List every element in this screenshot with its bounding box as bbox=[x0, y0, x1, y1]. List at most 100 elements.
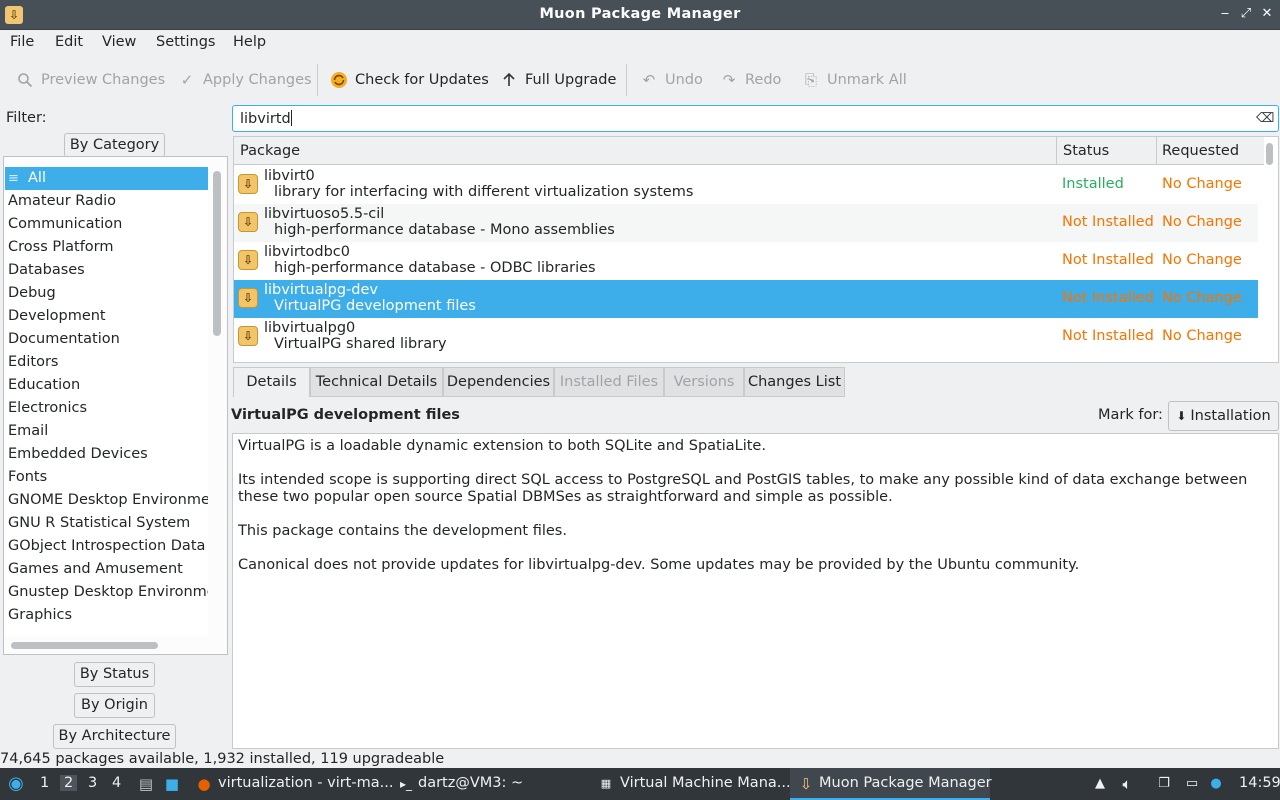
description-paragraph: Canonical does not provide updates for l… bbox=[238, 557, 1080, 573]
description-paragraph: VirtualPG is a loadable dynamic extensio… bbox=[238, 438, 766, 454]
package-status: Not Installed bbox=[1062, 328, 1154, 344]
category-item[interactable]: Databases bbox=[5, 259, 208, 282]
table-row[interactable]: ⇩ libvirt0 library for interfacing with di… bbox=[234, 166, 1258, 204]
category-item[interactable]: Embedded Devices bbox=[5, 443, 208, 466]
full-upgrade-button[interactable]: Full Upgrade bbox=[500, 68, 616, 92]
by-category-tab[interactable]: By Category bbox=[64, 133, 165, 157]
category-list: ≡ All Amateur Radio Communication Cross Plat… bbox=[5, 167, 208, 635]
table-row[interactable]: ⇩ libvirtualpg0 VirtualPG shared library No… bbox=[234, 318, 1258, 356]
category-item[interactable]: Communication bbox=[5, 213, 208, 236]
table-row[interactable]: ⇩ bbox=[234, 356, 1258, 362]
notifications-icon[interactable]: ▲ bbox=[1088, 772, 1112, 796]
package-icon: ⇩ bbox=[238, 288, 258, 308]
start-menu-icon[interactable]: ◉ bbox=[4, 772, 28, 796]
category-item[interactable]: GNU R Statistical System bbox=[5, 512, 208, 535]
preview-changes-button[interactable]: Preview Changes bbox=[16, 68, 165, 92]
package-description-short: VirtualPG development files bbox=[274, 298, 476, 314]
category-item[interactable]: Cross Platform bbox=[5, 236, 208, 259]
table-row[interactable]: ⇩ libvirtuoso5.5-cil high-performance data… bbox=[234, 204, 1258, 242]
column-package[interactable]: Package bbox=[240, 143, 300, 159]
desktop-3[interactable]: 3 bbox=[88, 775, 97, 791]
menu-edit[interactable]: Edit bbox=[55, 34, 83, 50]
close-icon[interactable]: ✕ bbox=[1258, 5, 1276, 23]
category-item[interactable]: Games and Amusement bbox=[5, 558, 208, 581]
search-input[interactable]: libvirtd ⌫ bbox=[232, 105, 1279, 132]
checkmark-icon: ✓ bbox=[180, 71, 194, 89]
minimize-icon[interactable]: ‒ bbox=[1216, 5, 1234, 23]
package-requested: No Change bbox=[1162, 252, 1242, 268]
file-manager-icon[interactable]: ▤ bbox=[134, 772, 158, 796]
table-header: Package Status Requested bbox=[234, 137, 1264, 165]
task-muon[interactable]: Muon Package Manager bbox=[819, 775, 992, 791]
menu-settings[interactable]: Settings bbox=[156, 34, 215, 50]
table-row[interactable]: ⇩ libvirtodbc0 high-performance database -… bbox=[234, 242, 1258, 280]
network-icon[interactable]: ▭ bbox=[1180, 772, 1204, 796]
tab-details[interactable]: Details bbox=[233, 367, 310, 397]
package-scrollbar[interactable] bbox=[1266, 143, 1273, 165]
by-architecture-button[interactable]: By Architecture bbox=[53, 724, 176, 749]
category-item[interactable]: Education bbox=[5, 374, 208, 397]
show-desktop-icon[interactable]: ■ bbox=[160, 772, 184, 796]
package-description-short: high-performance database - ODBC librari… bbox=[274, 260, 596, 276]
desktop-4[interactable]: 4 bbox=[112, 775, 121, 791]
desktop-1[interactable]: 1 bbox=[40, 775, 49, 791]
category-item[interactable]: Debug bbox=[5, 282, 208, 305]
package-name: libvirt0 bbox=[264, 168, 315, 184]
category-item[interactable]: Fonts bbox=[5, 466, 208, 489]
task-virt-manager[interactable]: Virtual Machine Mana... bbox=[620, 775, 791, 791]
unmark-all-label: Unmark All bbox=[827, 72, 907, 88]
category-item[interactable]: ≡ All bbox=[5, 167, 208, 190]
category-item[interactable]: Graphics bbox=[5, 604, 208, 627]
category-item[interactable]: Gnustep Desktop Environment bbox=[5, 581, 208, 604]
package-name: libvirtuoso5.5-cil bbox=[264, 206, 385, 222]
category-item[interactable]: GObject Introspection Data bbox=[5, 535, 208, 558]
volume-icon[interactable]: 🔈︎ bbox=[1115, 772, 1139, 796]
mark-installation-button[interactable]: ⬇ Installation bbox=[1168, 401, 1279, 431]
tab-dependencies[interactable]: Dependencies bbox=[443, 367, 554, 397]
menu-view[interactable]: View bbox=[102, 34, 136, 50]
package-requested: No Change bbox=[1162, 290, 1242, 306]
undo-button[interactable]: ↶ Undo bbox=[640, 68, 703, 92]
category-scrollbar[interactable] bbox=[213, 171, 221, 336]
desktop-2[interactable]: 2 bbox=[60, 775, 78, 791]
package-description-short: library for interfacing with different v… bbox=[274, 184, 694, 200]
tab-installed-files[interactable]: Installed Files bbox=[554, 367, 664, 397]
category-item[interactable]: Development bbox=[5, 305, 208, 328]
unmark-all-button[interactable]: ⎘ Unmark All bbox=[802, 68, 907, 92]
table-row[interactable]: ⇩ libvirtualpg-dev VirtualPG development f… bbox=[234, 280, 1258, 318]
redo-button[interactable]: ↷ Redo bbox=[720, 68, 782, 92]
terminal-icon: ▸_ bbox=[399, 777, 413, 791]
category-horizontal-scrollbar[interactable] bbox=[11, 642, 158, 649]
category-item[interactable]: Amateur Radio bbox=[5, 190, 208, 213]
category-item[interactable]: Electronics bbox=[5, 397, 208, 420]
download-arrow-icon: ⬇ bbox=[1176, 409, 1187, 423]
package-icon: ⇩ bbox=[238, 212, 258, 232]
task-firefox[interactable]: virtualization - virt-ma... bbox=[218, 775, 393, 791]
category-item[interactable]: Email bbox=[5, 420, 208, 443]
menu-file[interactable]: File bbox=[10, 34, 34, 50]
check-for-updates-button[interactable]: Check for Updates bbox=[330, 68, 489, 92]
maximize-icon[interactable]: ⤢ bbox=[1237, 5, 1255, 23]
by-origin-button[interactable]: By Origin bbox=[74, 693, 155, 718]
category-item[interactable]: GNOME Desktop Environment bbox=[5, 489, 208, 512]
clear-search-icon[interactable]: ⌫ bbox=[1256, 111, 1274, 126]
package-table: Package Status Requested ⇩ libvirt0 librar… bbox=[233, 136, 1279, 363]
category-item[interactable]: Documentation bbox=[5, 328, 208, 351]
by-status-button[interactable]: By Status bbox=[74, 662, 155, 687]
clock: 14:59 bbox=[1239, 775, 1280, 791]
task-terminal[interactable]: dartz@VM3: ~ bbox=[418, 775, 523, 791]
category-item[interactable]: Editors bbox=[5, 351, 208, 374]
window-title: Muon Package Manager bbox=[539, 6, 741, 22]
tab-changes-list[interactable]: Changes List bbox=[744, 367, 845, 397]
package-requested: No Change bbox=[1162, 214, 1242, 230]
package-icon: ⇩ bbox=[238, 174, 258, 194]
clipboard-icon[interactable]: ❐ bbox=[1152, 772, 1176, 796]
menu-help[interactable]: Help bbox=[233, 34, 266, 50]
apply-changes-button[interactable]: ✓ Apply Changes bbox=[178, 68, 312, 92]
tab-versions[interactable]: Versions bbox=[664, 367, 744, 397]
column-requested[interactable]: Requested bbox=[1162, 143, 1239, 159]
package-description-short: high-performance database - Mono assembl… bbox=[274, 222, 615, 238]
tab-technical-details[interactable]: Technical Details bbox=[310, 367, 443, 397]
updates-icon[interactable]: ● bbox=[1204, 772, 1228, 796]
column-status[interactable]: Status bbox=[1063, 143, 1109, 159]
